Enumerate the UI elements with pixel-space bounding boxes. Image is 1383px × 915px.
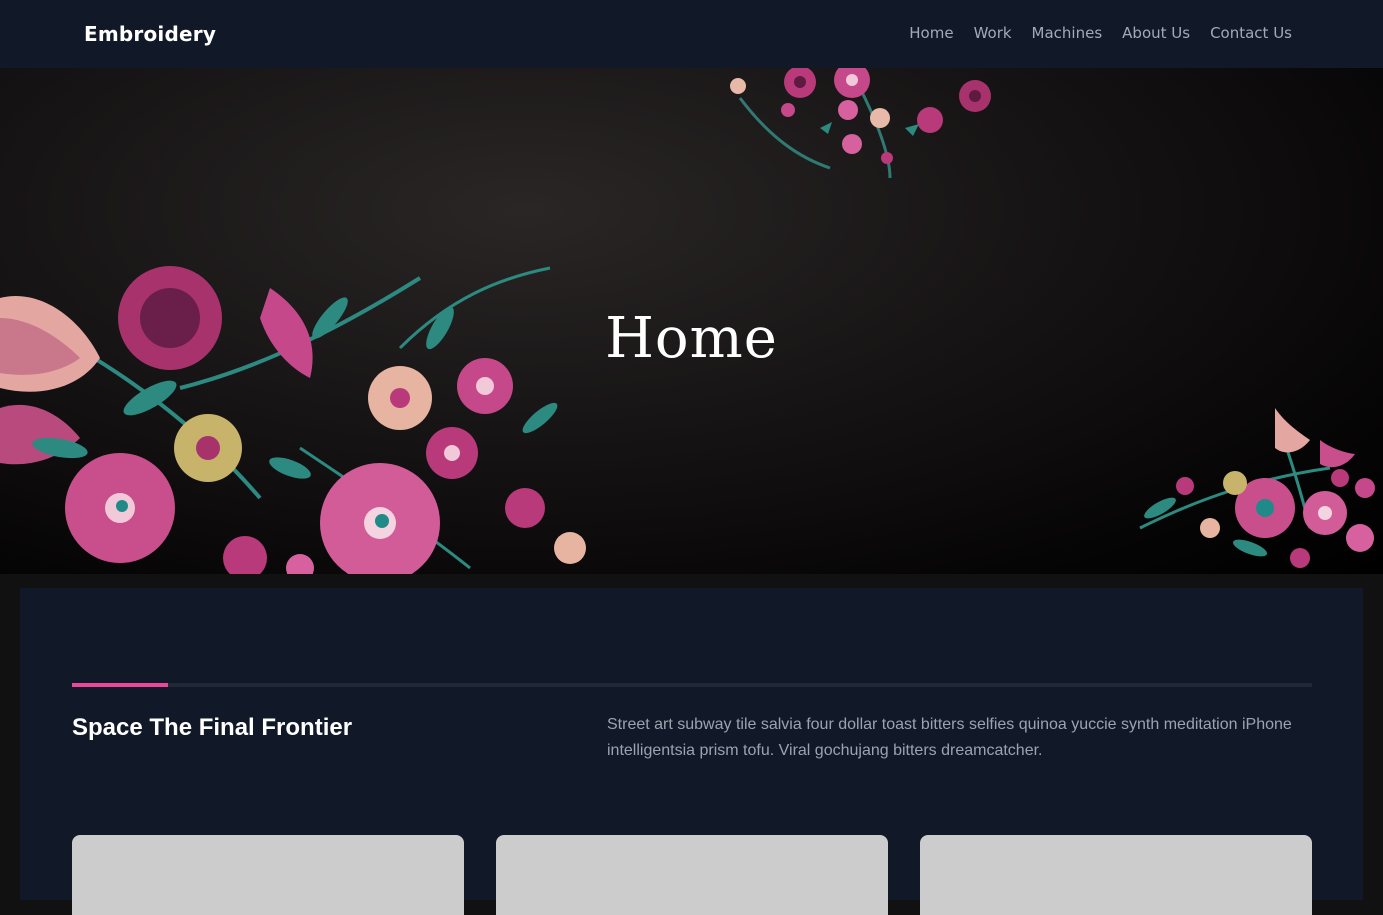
nav-contact-link[interactable]: Contact Us [1210, 24, 1292, 42]
nav-home-link[interactable]: Home [909, 24, 953, 42]
hero-banner: Home [0, 68, 1383, 574]
brand-logo[interactable]: Embroidery [84, 22, 216, 46]
top-flower-cluster [730, 68, 991, 179]
right-flower-cluster [1139, 408, 1375, 568]
gallery-card-3[interactable] [920, 835, 1312, 915]
main-nav: Home Work Machines About Us Contact Us [909, 24, 1292, 42]
nav-work-link[interactable]: Work [974, 24, 1012, 42]
section-title: Space The Final Frontier [72, 714, 353, 741]
gallery-card-1[interactable] [72, 835, 464, 915]
section-description: Street art subway tile salvia four dolla… [607, 716, 1292, 759]
nav-machines-link[interactable]: Machines [1032, 24, 1103, 42]
section-divider [72, 683, 1312, 687]
site-header: Embroidery Home Work Machines About Us C… [0, 0, 1383, 68]
hero-title: Home [605, 306, 778, 371]
content-section: Space The Final Frontier Street art subw… [20, 588, 1363, 915]
gallery-card-2[interactable] [496, 835, 888, 915]
section-divider-accent [72, 683, 168, 687]
nav-about-link[interactable]: About Us [1122, 24, 1190, 42]
